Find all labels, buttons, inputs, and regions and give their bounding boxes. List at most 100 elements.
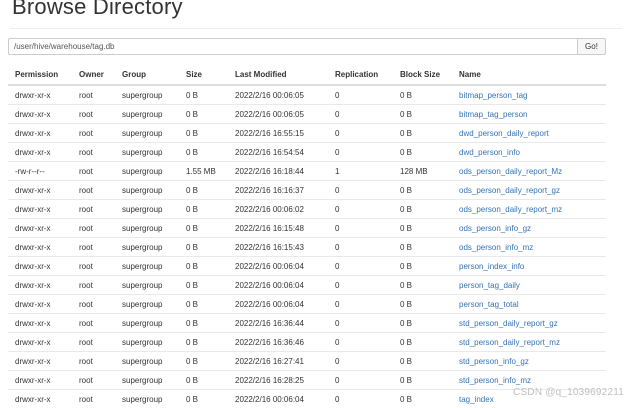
size-cell: 0 B bbox=[179, 314, 228, 333]
table-row: drwxr-xr-xrootsupergroup0 B2022/2/16 00:… bbox=[8, 257, 606, 276]
replication-cell: 0 bbox=[328, 181, 393, 200]
size-cell: 0 B bbox=[179, 371, 228, 390]
table-row: drwxr-xr-xrootsupergroup0 B2022/2/16 16:… bbox=[8, 238, 606, 257]
size-cell: 0 B bbox=[179, 333, 228, 352]
table-row: drwxr-xr-xrootsupergroup0 B2022/2/16 16:… bbox=[8, 352, 606, 371]
last-modified-cell: 2022/2/16 16:28:25 bbox=[228, 371, 328, 390]
block-size-cell: 0 B bbox=[393, 143, 452, 162]
column-header-replication[interactable]: Replication bbox=[328, 64, 393, 85]
replication-cell: 0 bbox=[328, 124, 393, 143]
last-modified-cell: 2022/2/16 16:27:41 bbox=[228, 352, 328, 371]
group-cell: supergroup bbox=[115, 219, 179, 238]
size-cell: 0 B bbox=[179, 181, 228, 200]
group-cell: supergroup bbox=[115, 105, 179, 124]
replication-cell: 0 bbox=[328, 371, 393, 390]
column-header-name[interactable]: Name bbox=[452, 64, 606, 85]
name-cell: person_tag_daily bbox=[452, 276, 606, 295]
group-cell: supergroup bbox=[115, 181, 179, 200]
block-size-cell: 0 B bbox=[393, 333, 452, 352]
column-header-owner[interactable]: Owner bbox=[72, 64, 115, 85]
go-button[interactable]: Go! bbox=[577, 38, 606, 55]
replication-cell: 0 bbox=[328, 390, 393, 408]
size-cell: 0 B bbox=[179, 124, 228, 143]
name-cell: bitmap_tag_person bbox=[452, 105, 606, 124]
group-cell: supergroup bbox=[115, 371, 179, 390]
table-row: drwxr-xr-xrootsupergroup0 B2022/2/16 16:… bbox=[8, 333, 606, 352]
replication-cell: 0 bbox=[328, 314, 393, 333]
name-cell: std_person_info_gz bbox=[452, 352, 606, 371]
name-cell: ods_person_info_gz bbox=[452, 219, 606, 238]
last-modified-cell: 2022/2/16 16:55:15 bbox=[228, 124, 328, 143]
group-cell: supergroup bbox=[115, 295, 179, 314]
name-cell: bitmap_person_tag bbox=[452, 85, 606, 105]
entry-name-link[interactable]: ods_person_info_mz bbox=[459, 243, 533, 252]
path-input[interactable] bbox=[8, 38, 578, 55]
block-size-cell: 0 B bbox=[393, 124, 452, 143]
name-cell: ods_person_daily_report_mz bbox=[452, 200, 606, 219]
entry-name-link[interactable]: person_tag_total bbox=[459, 300, 519, 309]
column-header-block-size[interactable]: Block Size bbox=[393, 64, 452, 85]
entry-name-link[interactable]: ods_person_daily_report_gz bbox=[459, 186, 560, 195]
last-modified-cell: 2022/2/16 00:06:04 bbox=[228, 390, 328, 408]
group-cell: supergroup bbox=[115, 390, 179, 408]
column-header-group[interactable]: Group bbox=[115, 64, 179, 85]
entry-name-link[interactable]: ods_person_daily_report_mz bbox=[459, 205, 562, 214]
entry-name-link[interactable]: std_person_info_gz bbox=[459, 357, 529, 366]
owner-cell: root bbox=[72, 333, 115, 352]
page-title: Browse Directory bbox=[12, 0, 183, 20]
entry-name-link[interactable]: tag_index bbox=[459, 395, 494, 404]
last-modified-cell: 2022/2/16 16:54:54 bbox=[228, 143, 328, 162]
table-row: drwxr-xr-xrootsupergroup0 B2022/2/16 16:… bbox=[8, 219, 606, 238]
directory-listing-table: Permission Owner Group Size Last Modifie… bbox=[8, 64, 606, 408]
table-row: drwxr-xr-xrootsupergroup0 B2022/2/16 16:… bbox=[8, 181, 606, 200]
owner-cell: root bbox=[72, 371, 115, 390]
permission-cell: -rw-r--r-- bbox=[8, 162, 72, 181]
entry-name-link[interactable]: std_person_daily_report_gz bbox=[459, 319, 558, 328]
entry-name-link[interactable]: dwd_person_daily_report bbox=[459, 129, 549, 138]
entry-name-link[interactable]: ods_person_info_gz bbox=[459, 224, 531, 233]
column-header-permission[interactable]: Permission bbox=[8, 64, 72, 85]
block-size-cell: 0 B bbox=[393, 181, 452, 200]
replication-cell: 0 bbox=[328, 105, 393, 124]
size-cell: 1.55 MB bbox=[179, 162, 228, 181]
replication-cell: 0 bbox=[328, 333, 393, 352]
group-cell: supergroup bbox=[115, 200, 179, 219]
block-size-cell: 0 B bbox=[393, 276, 452, 295]
permission-cell: drwxr-xr-x bbox=[8, 314, 72, 333]
size-cell: 0 B bbox=[179, 200, 228, 219]
entry-name-link[interactable]: ods_person_daily_report_Mz bbox=[459, 167, 562, 176]
entry-name-link[interactable]: std_person_daily_report_mz bbox=[459, 338, 560, 347]
table-row: drwxr-xr-xrootsupergroup0 B2022/2/16 00:… bbox=[8, 276, 606, 295]
table-row: drwxr-xr-xrootsupergroup0 B2022/2/16 16:… bbox=[8, 143, 606, 162]
group-cell: supergroup bbox=[115, 162, 179, 181]
group-cell: supergroup bbox=[115, 238, 179, 257]
replication-cell: 0 bbox=[328, 200, 393, 219]
replication-cell: 0 bbox=[328, 238, 393, 257]
permission-cell: drwxr-xr-x bbox=[8, 219, 72, 238]
entry-name-link[interactable]: std_person_info_mz bbox=[459, 376, 531, 385]
replication-cell: 0 bbox=[328, 352, 393, 371]
owner-cell: root bbox=[72, 276, 115, 295]
permission-cell: drwxr-xr-x bbox=[8, 295, 72, 314]
replication-cell: 0 bbox=[328, 85, 393, 105]
group-cell: supergroup bbox=[115, 124, 179, 143]
title-divider bbox=[10, 28, 622, 29]
entry-name-link[interactable]: person_index_info bbox=[459, 262, 524, 271]
last-modified-cell: 2022/2/16 16:36:44 bbox=[228, 314, 328, 333]
table-body: drwxr-xr-xrootsupergroup0 B2022/2/16 00:… bbox=[8, 85, 606, 408]
group-cell: supergroup bbox=[115, 276, 179, 295]
last-modified-cell: 2022/2/16 16:18:44 bbox=[228, 162, 328, 181]
permission-cell: drwxr-xr-x bbox=[8, 105, 72, 124]
column-header-size[interactable]: Size bbox=[179, 64, 228, 85]
entry-name-link[interactable]: person_tag_daily bbox=[459, 281, 520, 290]
permission-cell: drwxr-xr-x bbox=[8, 333, 72, 352]
name-cell: person_index_info bbox=[452, 257, 606, 276]
entry-name-link[interactable]: bitmap_person_tag bbox=[459, 91, 528, 100]
last-modified-cell: 2022/2/16 16:15:48 bbox=[228, 219, 328, 238]
last-modified-cell: 2022/2/16 00:06:05 bbox=[228, 105, 328, 124]
entry-name-link[interactable]: bitmap_tag_person bbox=[459, 110, 528, 119]
column-header-last-modified[interactable]: Last Modified bbox=[228, 64, 328, 85]
replication-cell: 0 bbox=[328, 276, 393, 295]
entry-name-link[interactable]: dwd_person_info bbox=[459, 148, 520, 157]
owner-cell: root bbox=[72, 219, 115, 238]
